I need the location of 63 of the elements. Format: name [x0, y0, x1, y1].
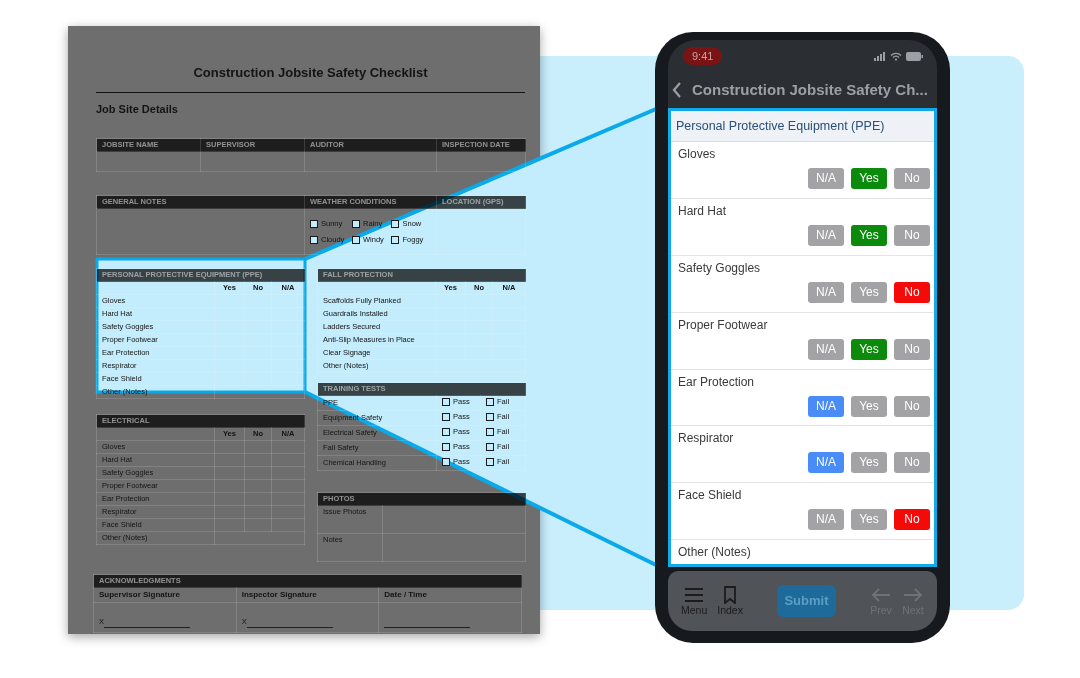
checkbox[interactable] — [442, 458, 450, 466]
option-button[interactable]: N/A — [808, 224, 844, 246]
option-button[interactable]: Yes — [851, 168, 887, 189]
column-header: Supervisor Signature — [99, 590, 180, 599]
option-button[interactable]: Yes — [851, 395, 887, 417]
option-button[interactable]: Yes — [851, 281, 887, 303]
document-title: Construction Jobsite Safety Checklist — [192, 64, 429, 82]
checkbox[interactable] — [442, 398, 450, 406]
menu-button[interactable]: Menu — [678, 586, 711, 616]
checkbox[interactable] — [310, 219, 318, 228]
option-button[interactable]: No — [894, 452, 930, 474]
checkbox[interactable] — [442, 413, 450, 421]
option-button[interactable]: N/A — [808, 452, 844, 474]
menu-icon — [683, 586, 706, 604]
option-button[interactable]: Yes — [851, 224, 887, 246]
screen-title: Construction Jobsite Safety Ch... — [692, 79, 928, 100]
bookmark-button[interactable]: Index — [714, 586, 746, 616]
option-button[interactable]: No — [894, 509, 930, 531]
option-button[interactable]: Yes — [851, 452, 887, 474]
checkbox[interactable] — [352, 219, 360, 228]
signal-icon — [874, 51, 886, 61]
back-icon[interactable] — [672, 82, 682, 98]
checkbox[interactable] — [486, 458, 494, 466]
back-arrow-icon — [870, 586, 892, 604]
option-button[interactable]: N/A — [808, 395, 844, 417]
checkbox[interactable] — [391, 219, 400, 228]
option-button[interactable]: Yes — [851, 509, 887, 531]
checkbox[interactable] — [486, 413, 494, 421]
item-label: Hard Hat — [678, 202, 728, 220]
option-button[interactable]: No — [894, 281, 930, 303]
checkbox[interactable] — [310, 235, 318, 244]
item-label: Safety Goggles — [678, 259, 762, 277]
item-label: Proper Footwear — [678, 316, 769, 334]
item-label: Other (Notes) — [678, 544, 752, 562]
item-label: Gloves — [678, 146, 717, 163]
status-time: 9:41 — [683, 46, 723, 66]
checkbox[interactable] — [442, 443, 450, 451]
battery-icon — [906, 51, 923, 61]
item-label: Respirator — [678, 430, 735, 448]
option-button[interactable]: No — [894, 395, 930, 417]
option-button[interactable]: N/A — [808, 281, 844, 303]
option-button[interactable]: N/A — [808, 338, 844, 360]
option-button[interactable]: No — [894, 338, 930, 360]
column-header: Inspector Signature — [241, 590, 317, 599]
submit-button[interactable]: Submit — [776, 585, 836, 617]
option-button[interactable]: No — [894, 224, 930, 246]
option-button[interactable]: N/A — [808, 509, 844, 531]
checkbox[interactable] — [486, 428, 494, 436]
wifi-icon — [890, 51, 902, 61]
option-button[interactable]: N/A — [808, 168, 844, 189]
option-button[interactable]: Yes — [851, 338, 887, 360]
checkbox[interactable] — [486, 443, 494, 451]
section-title: Job Site Details — [96, 102, 179, 116]
section-title: Personal Protective Equipment (PPE) — [671, 111, 934, 142]
option-button[interactable]: No — [894, 168, 930, 189]
checkbox[interactable] — [442, 428, 450, 436]
column-header: Date / Time — [384, 590, 427, 599]
item-label: Ear Protection — [678, 373, 756, 391]
checkbox[interactable] — [486, 398, 494, 406]
forward-arrow-icon — [902, 586, 924, 604]
checkbox[interactable] — [391, 235, 400, 244]
checkbox[interactable] — [352, 235, 360, 244]
item-label: Face Shield — [678, 487, 743, 505]
